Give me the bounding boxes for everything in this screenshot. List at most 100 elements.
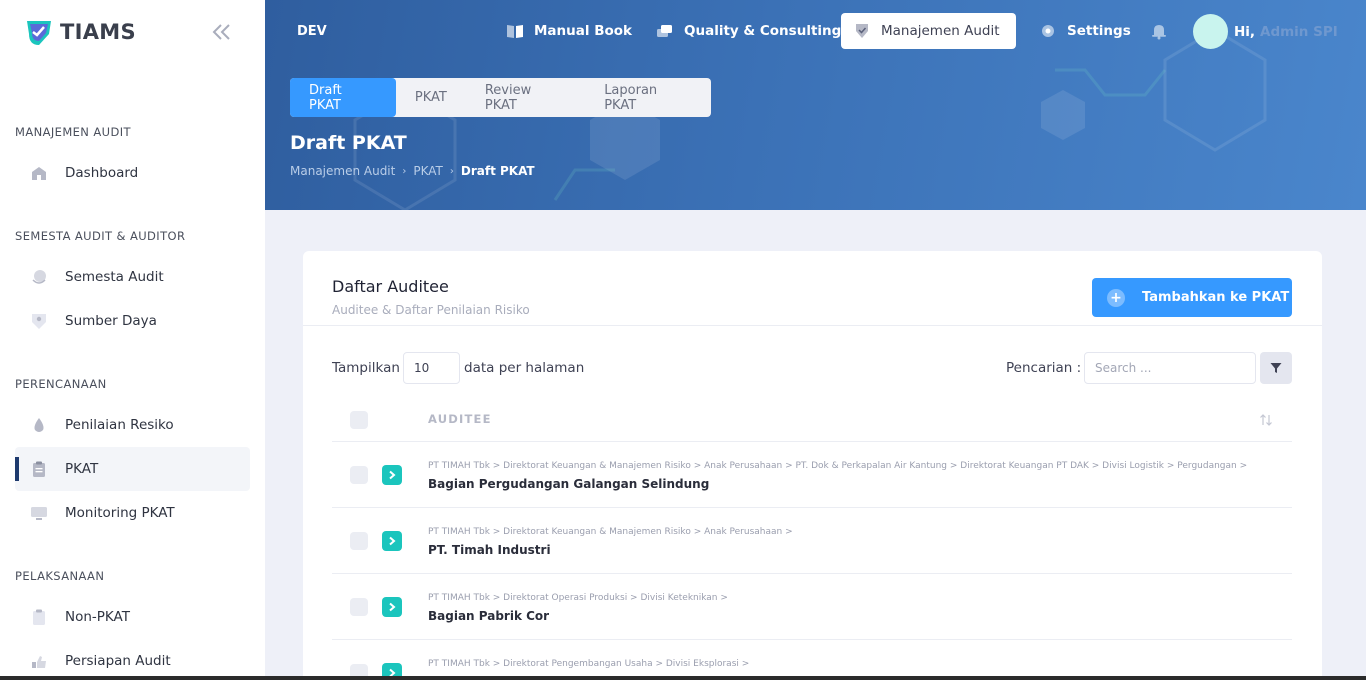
table-header: AUDITEE bbox=[332, 401, 1292, 442]
table-row: PT TIMAH Tbk > Direktorat Operasi Produk… bbox=[332, 574, 1292, 640]
clipboard-icon bbox=[33, 609, 45, 625]
globe-icon bbox=[32, 270, 46, 284]
sidebar-item-label: Sumber Daya bbox=[65, 313, 157, 329]
topnav-label: Manajemen Audit bbox=[881, 23, 1000, 39]
sidebar-item-dashboard[interactable]: Dashboard bbox=[15, 151, 250, 195]
breadcrumb-current: Draft PKAT bbox=[460, 164, 535, 178]
sidebar-item-persiapan-audit[interactable]: Persiapan Audit bbox=[15, 639, 250, 680]
expand-row-button[interactable] bbox=[382, 597, 402, 617]
brand-logo-icon bbox=[27, 21, 51, 45]
section-pelaksanaan: PELAKSANAAN bbox=[15, 569, 105, 583]
tab-pkat[interactable]: PKAT bbox=[396, 78, 466, 117]
row-checkbox[interactable] bbox=[350, 598, 368, 616]
greeting: Hi, bbox=[1234, 24, 1256, 40]
gear-icon bbox=[1042, 25, 1054, 37]
search-input[interactable] bbox=[1084, 352, 1256, 384]
auditee-path: PT TIMAH Tbk > Direktorat Operasi Produk… bbox=[428, 593, 728, 603]
app-root: TIAMS MANAJEMEN AUDIT Dashboard SEMESTA … bbox=[0, 0, 1366, 680]
sidebar-item-sumber-daya[interactable]: Sumber Daya bbox=[15, 299, 250, 343]
chevron-right-icon bbox=[389, 536, 396, 546]
brand-name: TIAMS bbox=[60, 20, 136, 44]
expand-row-button[interactable] bbox=[382, 465, 402, 485]
user-shield-icon bbox=[32, 314, 46, 329]
filter-icon bbox=[1270, 363, 1282, 373]
topnav-quality-consulting[interactable]: Quality & Consulting bbox=[644, 13, 853, 49]
topnav-manual-book[interactable]: Manual Book bbox=[494, 13, 644, 49]
sidebar-item-label: PKAT bbox=[65, 461, 99, 477]
page-size-label: Tampilkan bbox=[332, 360, 400, 376]
sidebar-item-label: Penilaian Resiko bbox=[65, 417, 174, 433]
plus-icon: + bbox=[1107, 288, 1125, 307]
chevron-right-icon: › bbox=[449, 165, 454, 177]
chevron-right-icon: › bbox=[402, 165, 407, 177]
add-to-pkat-button[interactable]: + Tambahkan ke PKAT bbox=[1092, 278, 1292, 317]
row-checkbox[interactable] bbox=[350, 532, 368, 550]
tab-bar: Draft PKAT PKAT Review PKAT Laporan PKAT bbox=[290, 78, 711, 117]
header: DEV Manual Book Quality & Consulting Man… bbox=[265, 0, 1366, 210]
page-size-select[interactable]: 10 bbox=[403, 352, 460, 384]
auditee-name: Bagian Pergudangan Galangan Selindung bbox=[428, 477, 710, 491]
auditee-name: Bagian Pabrik Cor bbox=[428, 609, 550, 623]
sidebar-item-label: Monitoring PKAT bbox=[65, 505, 175, 521]
page-size-suffix: data per halaman bbox=[464, 360, 585, 376]
filter-button[interactable] bbox=[1260, 352, 1292, 384]
breadcrumb-item[interactable]: Manajemen Audit bbox=[290, 164, 395, 178]
tab-review-pkat[interactable]: Review PKAT bbox=[466, 78, 585, 117]
shield-icon bbox=[856, 24, 868, 38]
topnav-label: Quality & Consulting bbox=[684, 23, 842, 39]
bell-icon[interactable] bbox=[1150, 22, 1168, 40]
home-icon bbox=[32, 167, 46, 180]
user-name[interactable]: Admin SPI bbox=[1260, 24, 1338, 40]
page-title: Draft PKAT bbox=[290, 132, 407, 154]
card-title: Daftar Auditee bbox=[332, 277, 449, 296]
sidebar-item-non-pkat[interactable]: Non-PKAT bbox=[15, 595, 250, 639]
expand-row-button[interactable] bbox=[382, 531, 402, 551]
monitor-icon bbox=[31, 507, 47, 520]
sidebar-item-label: Non-PKAT bbox=[65, 609, 130, 625]
section-manajemen-audit: MANAJEMEN AUDIT bbox=[15, 125, 131, 139]
search-label: Pencarian : bbox=[1006, 360, 1082, 376]
clipboard-icon bbox=[33, 461, 45, 477]
sort-icon[interactable] bbox=[1259, 413, 1273, 427]
select-all-checkbox[interactable] bbox=[350, 411, 368, 429]
tab-laporan-pkat[interactable]: Laporan PKAT bbox=[585, 78, 711, 117]
book-icon bbox=[507, 25, 523, 38]
drop-icon bbox=[34, 418, 44, 432]
table-row: PT TIMAH Tbk > Direktorat Pengembangan U… bbox=[332, 640, 1292, 680]
tab-draft-pkat[interactable]: Draft PKAT bbox=[290, 78, 396, 117]
section-semesta: SEMESTA AUDIT & AUDITOR bbox=[15, 229, 186, 243]
chevron-right-icon bbox=[389, 470, 396, 480]
topnav-manajemen-audit[interactable]: Manajemen Audit bbox=[841, 13, 1016, 49]
add-button-label: Tambahkan ke PKAT bbox=[1142, 290, 1290, 305]
collapse-sidebar-icon[interactable] bbox=[209, 21, 235, 43]
sidebar-item-label: Dashboard bbox=[65, 165, 139, 181]
sidebar-item-pkat[interactable]: PKAT bbox=[15, 447, 250, 491]
sidebar-item-label: Semesta Audit bbox=[65, 269, 164, 285]
sidebar-item-monitoring-pkat[interactable]: Monitoring PKAT bbox=[15, 491, 250, 535]
sidebar-item-penilaian-resiko[interactable]: Penilaian Resiko bbox=[15, 403, 250, 447]
table-row: PT TIMAH Tbk > Direktorat Keuangan & Man… bbox=[332, 442, 1292, 508]
sidebar-item-semesta-audit[interactable]: Semesta Audit bbox=[15, 255, 250, 299]
sidebar: TIAMS MANAJEMEN AUDIT Dashboard SEMESTA … bbox=[0, 0, 265, 680]
layers-icon bbox=[657, 25, 672, 37]
table-row: PT TIMAH Tbk > Direktorat Keuangan & Man… bbox=[332, 508, 1292, 574]
sidebar-item-label: Persiapan Audit bbox=[65, 653, 171, 669]
auditee-card: Daftar Auditee Auditee & Daftar Penilaia… bbox=[303, 251, 1322, 680]
avatar[interactable] bbox=[1193, 14, 1228, 49]
chevron-right-icon bbox=[389, 602, 396, 612]
card-header: Daftar Auditee Auditee & Daftar Penilaia… bbox=[303, 251, 1322, 326]
window-bottom-border bbox=[0, 676, 1366, 680]
section-perencanaan: PERENCANAAN bbox=[15, 377, 107, 391]
column-header-auditee[interactable]: AUDITEE bbox=[428, 412, 492, 426]
thumbs-up-icon bbox=[32, 656, 46, 668]
card-subtitle: Auditee & Daftar Penilaian Risiko bbox=[332, 303, 530, 317]
topnav-label: Settings bbox=[1067, 23, 1131, 39]
env-label: DEV bbox=[297, 24, 327, 39]
auditee-path: PT TIMAH Tbk > Direktorat Keuangan & Man… bbox=[428, 461, 1248, 471]
topnav-settings[interactable]: Settings bbox=[1027, 13, 1143, 49]
auditee-path: PT TIMAH Tbk > Direktorat Pengembangan U… bbox=[428, 659, 750, 669]
topnav-label: Manual Book bbox=[534, 23, 633, 39]
row-checkbox[interactable] bbox=[350, 466, 368, 484]
brand[interactable]: TIAMS bbox=[24, 17, 136, 47]
breadcrumb-item[interactable]: PKAT bbox=[413, 164, 443, 178]
